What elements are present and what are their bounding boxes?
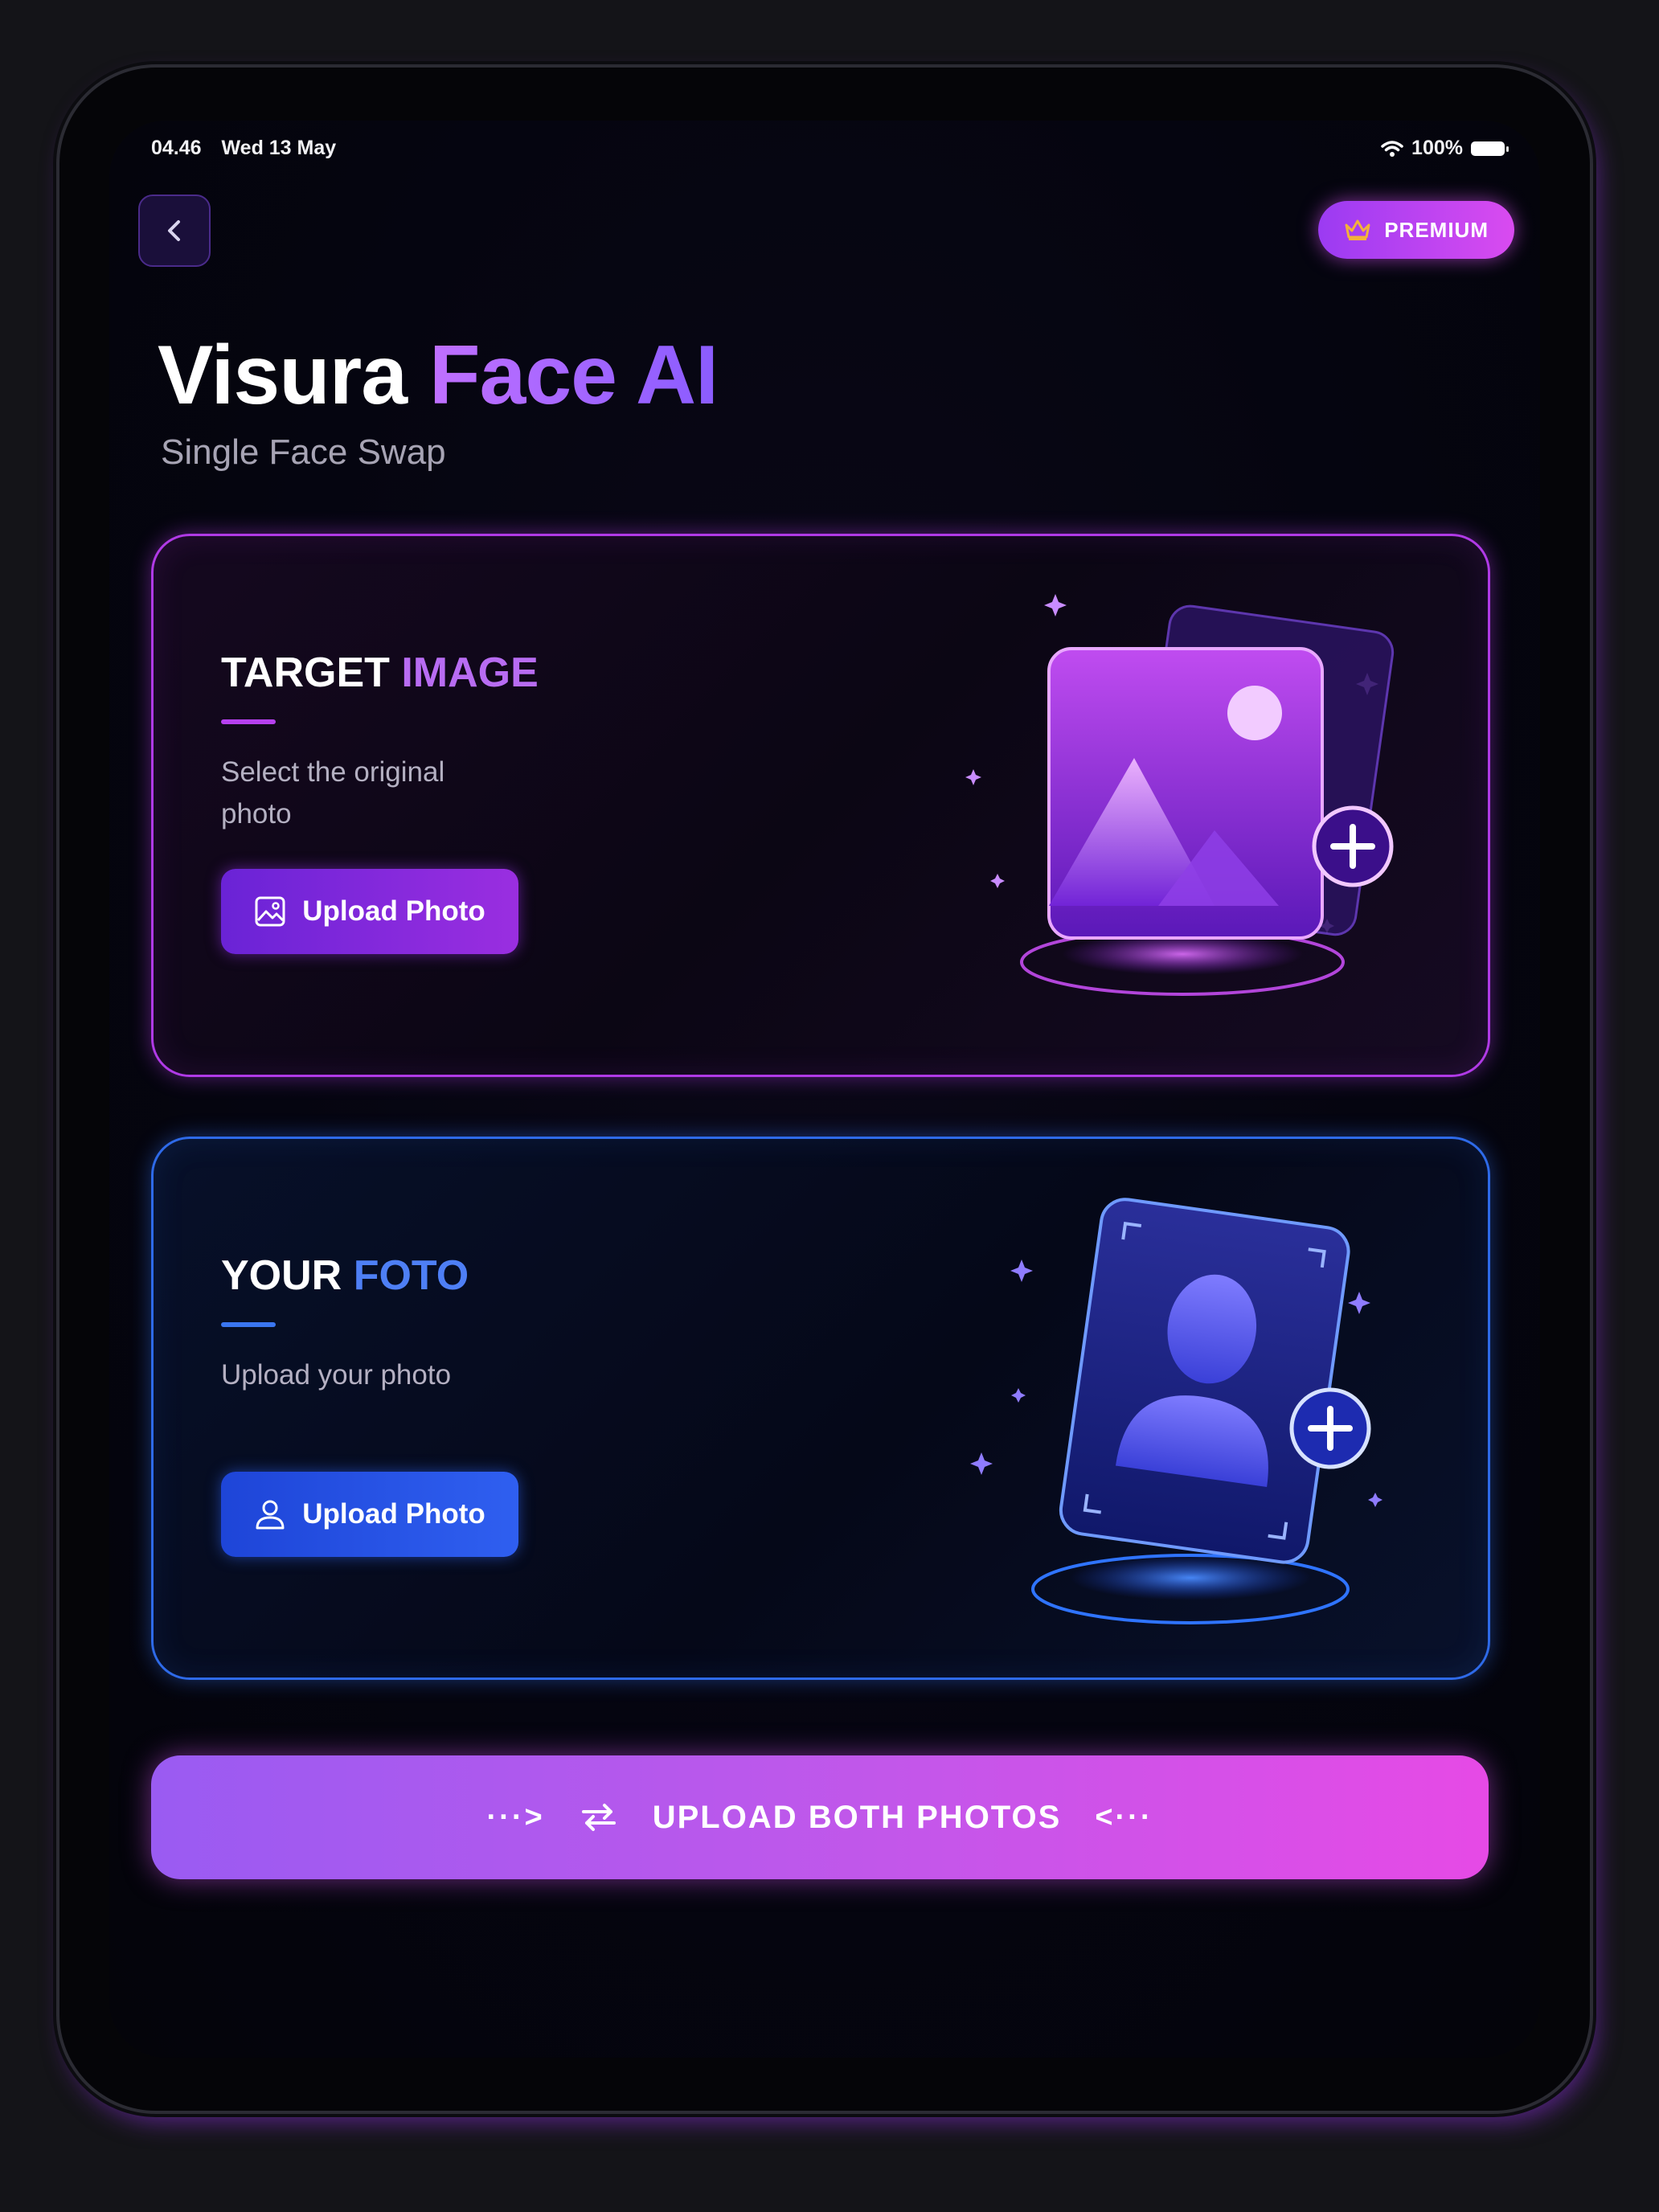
your-upload-label: Upload Photo	[302, 1498, 485, 1530]
swap-icon	[581, 1804, 616, 1831]
image-icon	[255, 896, 285, 927]
premium-label: PREMIUM	[1384, 217, 1489, 242]
status-bar: 04.46 Wed 13 May 100%	[151, 137, 1509, 169]
cta-right-arrow: <···	[1095, 1800, 1153, 1834]
status-right: 100%	[1381, 137, 1509, 160]
premium-button[interactable]: PREMIUM	[1318, 201, 1514, 259]
cta-left-arrow: ···>	[486, 1800, 545, 1834]
target-title-part1: TARGET	[221, 649, 390, 696]
status-date: Wed 13 May	[221, 137, 337, 159]
app-title: Visura Face AI	[158, 328, 719, 424]
title-part2: Face AI	[428, 329, 719, 422]
crown-icon	[1345, 219, 1370, 240]
tablet-frame: 04.46 Wed 13 May 100% PREMIUM Visura Fac…	[59, 68, 1590, 2111]
your-description: Upload your photo	[221, 1359, 452, 1391]
title-part1: Visura	[158, 329, 408, 422]
your-photo-illustration	[970, 1198, 1382, 1624]
your-underline	[221, 1322, 276, 1327]
upload-both-photos-button[interactable]: ···> UPLOAD BOTH PHOTOS <···	[151, 1755, 1489, 1879]
app-subtitle: Single Face Swap	[161, 432, 446, 472]
battery-percent: 100%	[1411, 137, 1463, 159]
target-description: Select the original photo	[221, 756, 445, 830]
your-card-title: YOUR FOTO	[221, 1251, 469, 1300]
your-title-part1: YOUR	[221, 1252, 342, 1299]
target-upload-label: Upload Photo	[302, 895, 485, 927]
wifi-icon	[1381, 140, 1403, 157]
status-left: 04.46 Wed 13 May	[151, 137, 350, 160]
user-icon	[256, 1500, 285, 1530]
battery-icon	[1471, 141, 1509, 156]
app-screen: 04.46 Wed 13 May 100% PREMIUM Visura Fac…	[109, 121, 1540, 2058]
status-time: 04.46	[151, 137, 202, 159]
back-chevron-icon	[168, 220, 180, 241]
cta-label: UPLOAD BOTH PHOTOS	[652, 1799, 1062, 1835]
your-upload-button[interactable]: Upload Photo	[221, 1472, 518, 1557]
target-image-illustration	[965, 594, 1395, 996]
back-button[interactable]	[138, 195, 211, 267]
target-title-part2: IMAGE	[401, 649, 539, 696]
your-title-part2: FOTO	[353, 1252, 469, 1299]
target-card-title: TARGET IMAGE	[221, 649, 539, 697]
target-underline	[221, 719, 276, 724]
your-photo-card[interactable]: YOUR FOTO Upload your photo Upload Photo	[151, 1137, 1490, 1680]
target-image-card[interactable]: TARGET IMAGE Select the original photo U…	[151, 534, 1490, 1077]
target-upload-button[interactable]: Upload Photo	[221, 869, 518, 954]
